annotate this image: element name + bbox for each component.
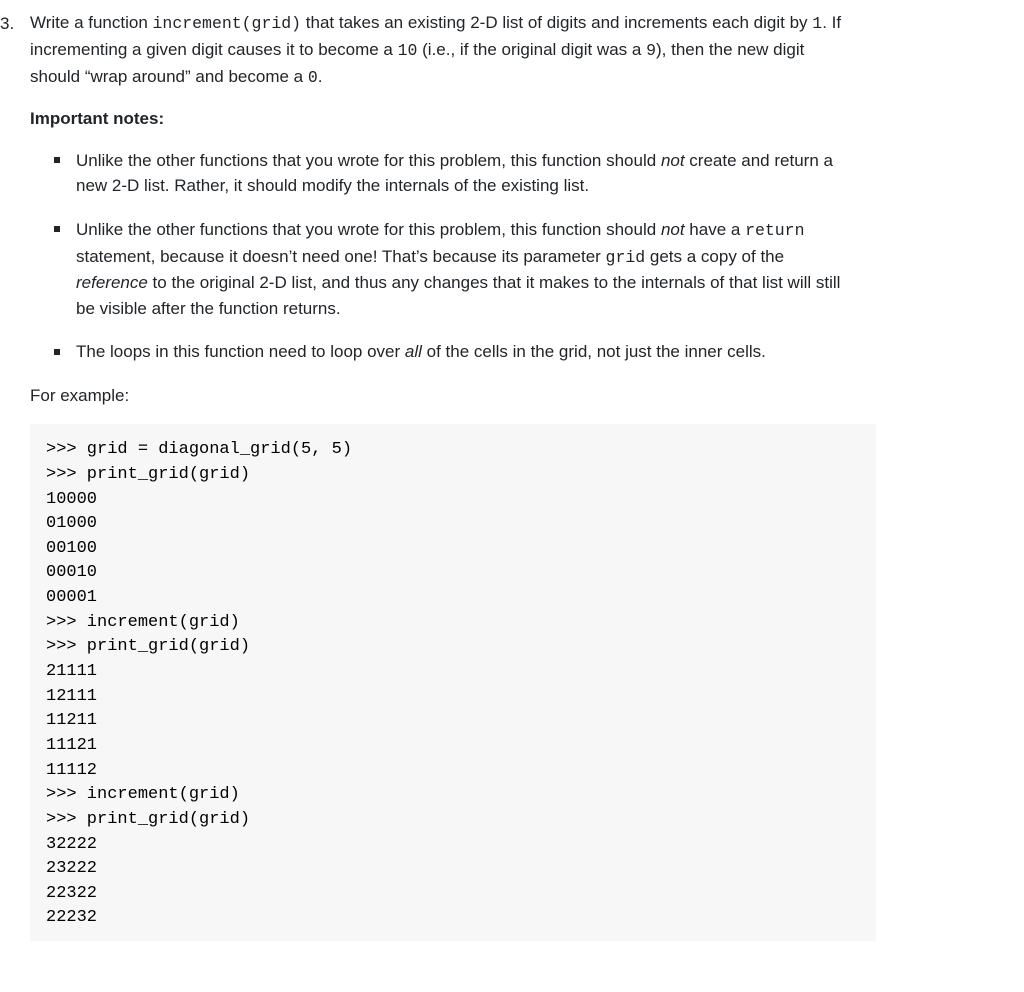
code-cell: >>> grid = diagonal_grid(5, 5) >>> print… — [30, 424, 996, 941]
note3-all: all — [405, 342, 422, 361]
code-ten: 10 — [398, 41, 418, 60]
note2-d: gets a copy of the — [645, 247, 784, 266]
notes-list: Unlike the other functions that you wrot… — [30, 148, 846, 365]
note2-e: to the original 2-D list, and thus any c… — [76, 273, 840, 318]
note1-a: Unlike the other functions that you wrot… — [76, 151, 661, 170]
note-item-2: Unlike the other functions that you wrot… — [54, 217, 846, 322]
intro-text-f: . — [318, 67, 323, 86]
code-nine: 9 — [646, 41, 656, 60]
code-zero: 0 — [308, 68, 318, 87]
note2-a: Unlike the other functions that you wrot… — [76, 220, 661, 239]
note2-reference: reference — [76, 273, 148, 292]
note3-b: of the cells in the grid, not just the i… — [422, 342, 766, 361]
note2-not: not — [661, 220, 685, 239]
code-return: return — [745, 221, 804, 240]
note2-c: statement, because it doesn’t need one! … — [76, 247, 606, 266]
code-block: >>> grid = diagonal_grid(5, 5) >>> print… — [30, 424, 876, 941]
problem-number: 3. — [0, 14, 14, 33]
problem-number-cell: 3. — [0, 10, 30, 424]
problem-body: Write a function increment(grid) that ta… — [30, 10, 996, 424]
note3-a: The loops in this function need to loop … — [76, 342, 405, 361]
code-grid: grid — [606, 248, 646, 267]
code-row: >>> grid = diagonal_grid(5, 5) >>> print… — [0, 424, 996, 941]
note2-b: have a — [685, 220, 746, 239]
for-example-label: For example: — [30, 383, 846, 409]
page: 3. Write a function increment(grid) that… — [0, 0, 1024, 941]
note-item-3: The loops in this function need to loop … — [54, 339, 846, 365]
intro-text-a: Write a function — [30, 13, 153, 32]
note-item-1: Unlike the other functions that you wrot… — [54, 148, 846, 199]
problem-intro: Write a function increment(grid) that ta… — [30, 10, 846, 90]
intro-text-b: that takes an existing 2-D list of digit… — [301, 13, 812, 32]
code-gutter — [0, 424, 30, 941]
note1-not: not — [661, 151, 685, 170]
code-increment-grid: increment(grid) — [153, 14, 302, 33]
important-notes-heading: Important notes: — [30, 106, 846, 132]
code-one: 1 — [812, 14, 822, 33]
intro-text-d: (i.e., if the original digit was a — [417, 40, 646, 59]
problem-row: 3. Write a function increment(grid) that… — [0, 10, 996, 424]
